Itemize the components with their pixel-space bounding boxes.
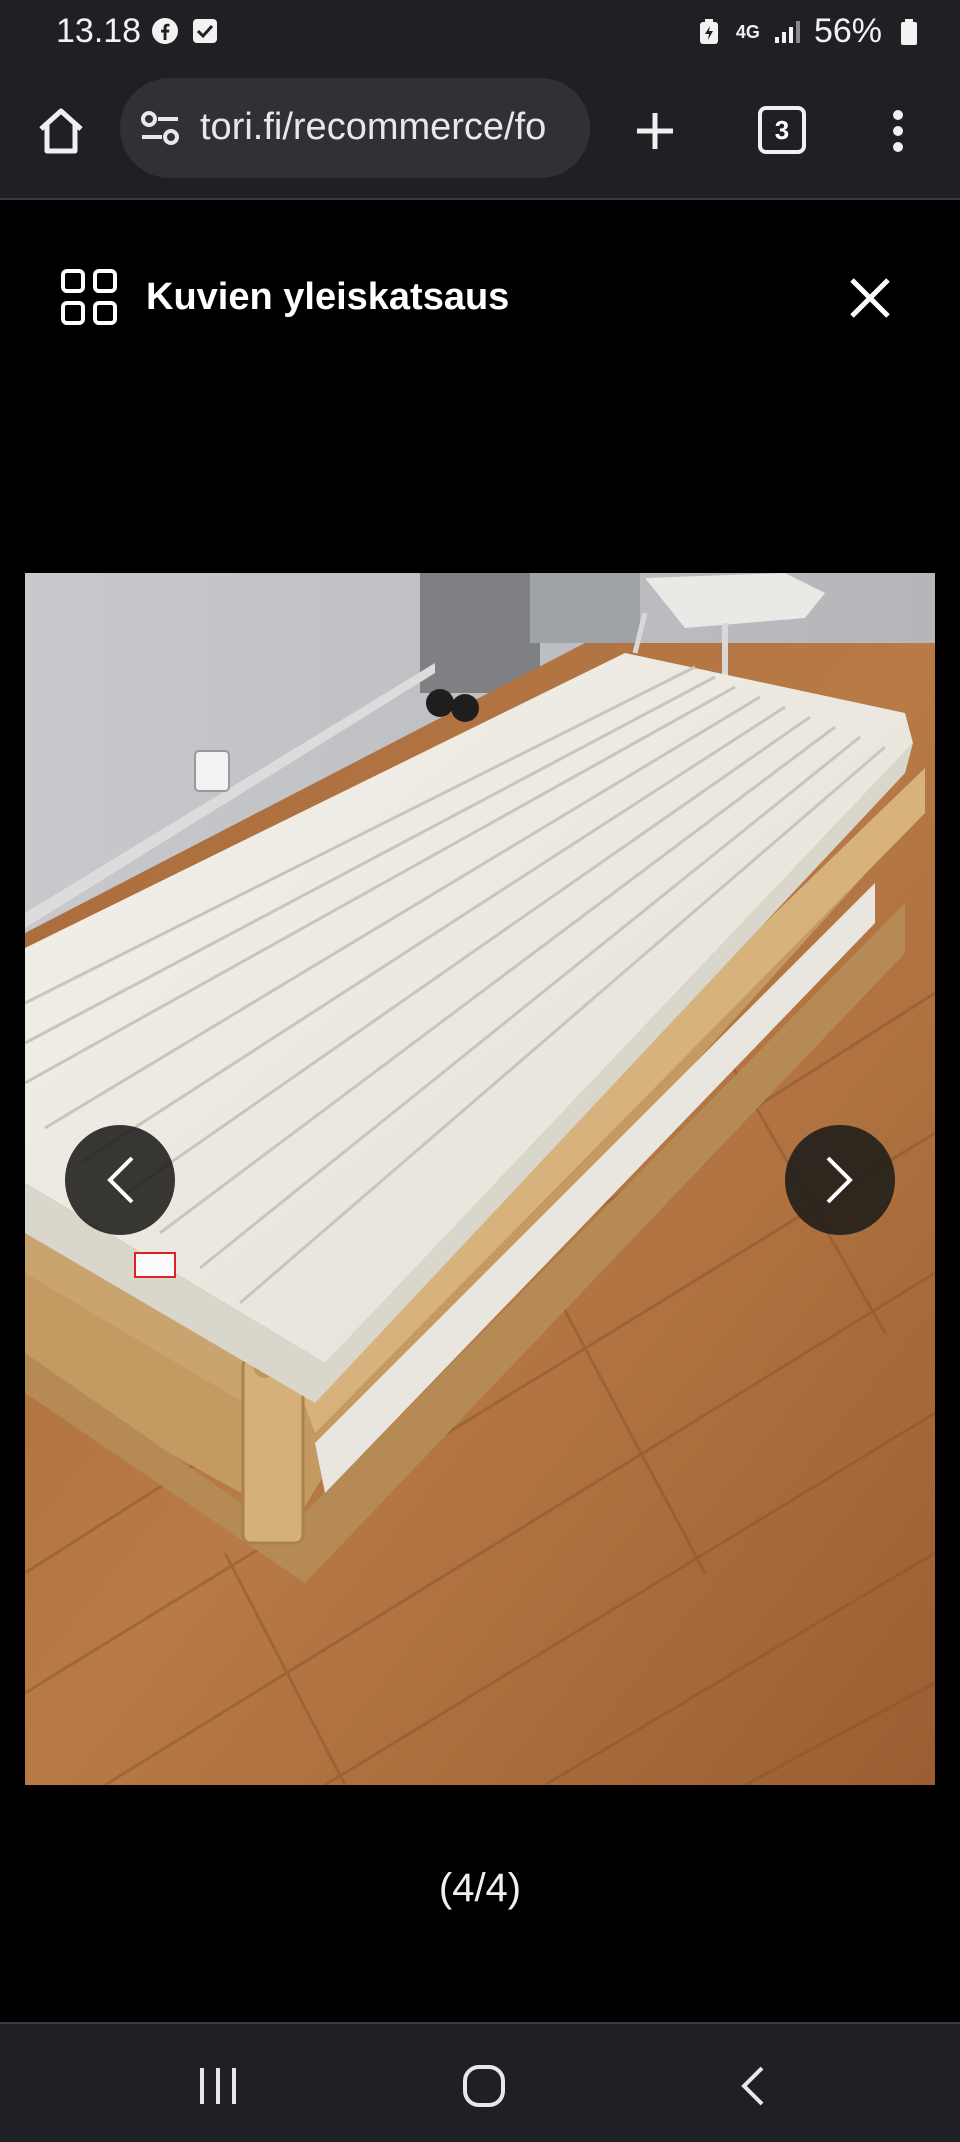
battery-saver-icon xyxy=(694,17,724,47)
next-image-button[interactable] xyxy=(785,1125,895,1235)
status-notification-icons xyxy=(150,16,220,46)
more-vert-icon xyxy=(893,110,903,152)
system-navigation-bar xyxy=(0,2022,960,2142)
back-icon[interactable] xyxy=(738,2064,768,2108)
status-right-group: 4G 56% xyxy=(694,12,924,51)
gallery-overview-title[interactable]: Kuvien yleiskatsaus xyxy=(146,276,509,319)
address-bar[interactable]: tori.fi/recommerce/fo xyxy=(120,78,590,178)
grid-icon[interactable] xyxy=(60,268,120,328)
signal-icon xyxy=(772,17,802,47)
home-icon xyxy=(39,108,83,154)
url-text: tori.fi/recommerce/fo xyxy=(200,106,547,148)
image-counter: (4/4) xyxy=(438,1866,522,1910)
tab-switcher-button[interactable]: 3 xyxy=(758,106,806,154)
previous-image-button[interactable] xyxy=(65,1125,175,1235)
recent-apps-icon[interactable] xyxy=(196,2066,240,2106)
battery-percent: 56% xyxy=(813,12,882,50)
home-button[interactable] xyxy=(30,100,92,162)
tab-count: 3 xyxy=(774,114,790,145)
gallery-header: Kuvien yleiskatsaus xyxy=(0,200,960,400)
site-settings-icon[interactable] xyxy=(140,110,180,146)
status-time: 13.18 xyxy=(56,12,142,50)
plus-icon xyxy=(637,113,673,149)
status-bar: 13.18 4G 56% xyxy=(0,0,960,64)
close-icon xyxy=(850,278,890,318)
browser-toolbar: tori.fi/recommerce/fo 3 xyxy=(0,64,960,200)
new-tab-button[interactable] xyxy=(624,100,686,162)
facebook-icon xyxy=(150,16,180,46)
checkbox-notification-icon xyxy=(190,16,220,46)
close-button[interactable] xyxy=(842,270,898,326)
home-circle-icon[interactable] xyxy=(462,2064,506,2108)
chevron-right-icon xyxy=(826,1156,853,1204)
network-type: 4G xyxy=(735,21,760,42)
browser-menu-button[interactable] xyxy=(876,100,920,162)
battery-icon xyxy=(894,17,924,47)
chevron-left-icon xyxy=(107,1156,134,1204)
